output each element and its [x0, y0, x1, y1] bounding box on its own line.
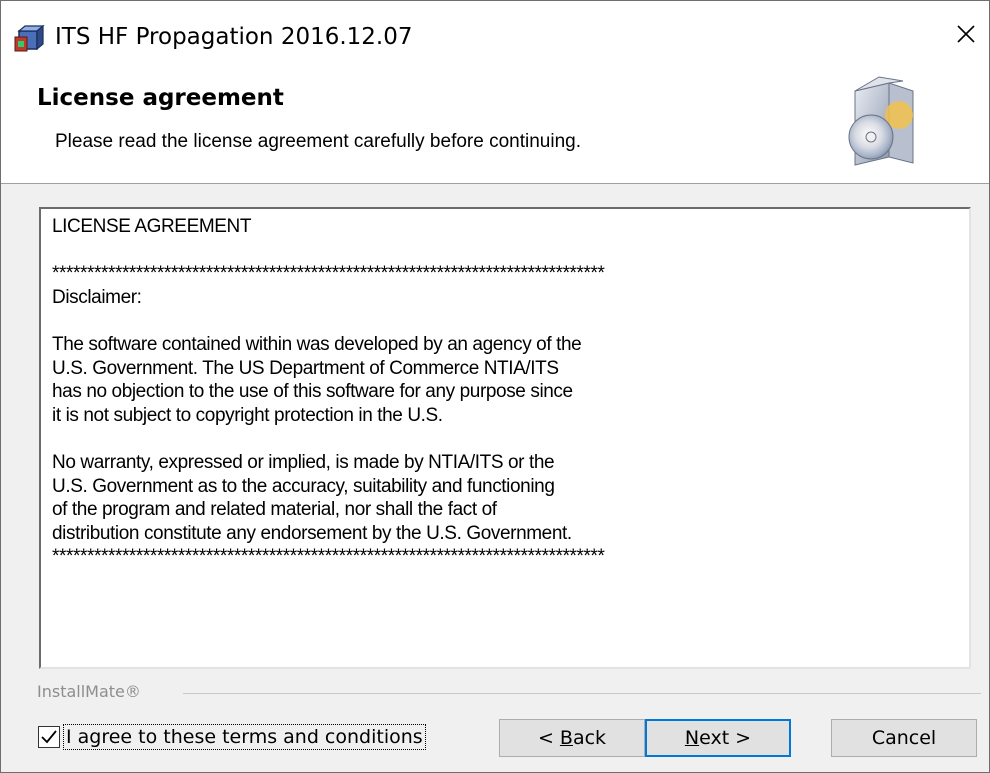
page-subtitle: Please read the license agreement carefu… — [55, 131, 581, 152]
next-button-accesskey: N — [684, 727, 700, 749]
agree-terms-label[interactable]: I agree to these terms and conditions — [63, 724, 426, 750]
license-text-box[interactable]: LICENSE AGREEMENT **********************… — [39, 207, 971, 669]
window-title: ITS HF Propagation 2016.12.07 — [55, 24, 413, 50]
cancel-button-label: Cancel — [871, 727, 937, 749]
footer-divider — [183, 693, 981, 694]
close-button[interactable] — [943, 11, 989, 57]
close-icon — [957, 25, 975, 43]
back-button-prefix: < — [537, 727, 560, 749]
software-box-cd-icon — [848, 76, 914, 166]
installer-window: ITS HF Propagation 2016.12.07 License ag… — [0, 0, 990, 773]
cancel-button[interactable]: Cancel — [831, 719, 977, 757]
next-button-rest: ext > — [699, 727, 752, 749]
installer-brand: InstallMate® — [37, 682, 141, 701]
title-bar: ITS HF Propagation 2016.12.07 — [1, 1, 989, 63]
page-title: License agreement — [37, 85, 284, 111]
page-header: License agreement Please read the licens… — [1, 63, 989, 184]
checkbox-box[interactable] — [38, 726, 60, 748]
agree-terms-checkbox[interactable]: I agree to these terms and conditions — [38, 724, 426, 750]
back-button-accesskey: B — [559, 727, 573, 749]
back-button[interactable]: < Back — [499, 719, 645, 757]
next-button[interactable]: Next > — [645, 719, 791, 757]
back-button-rest: ack — [572, 727, 607, 749]
checkmark-icon — [41, 730, 57, 744]
installer-package-icon — [14, 24, 45, 52]
license-agreement-text: LICENSE AGREEMENT **********************… — [52, 216, 605, 568]
